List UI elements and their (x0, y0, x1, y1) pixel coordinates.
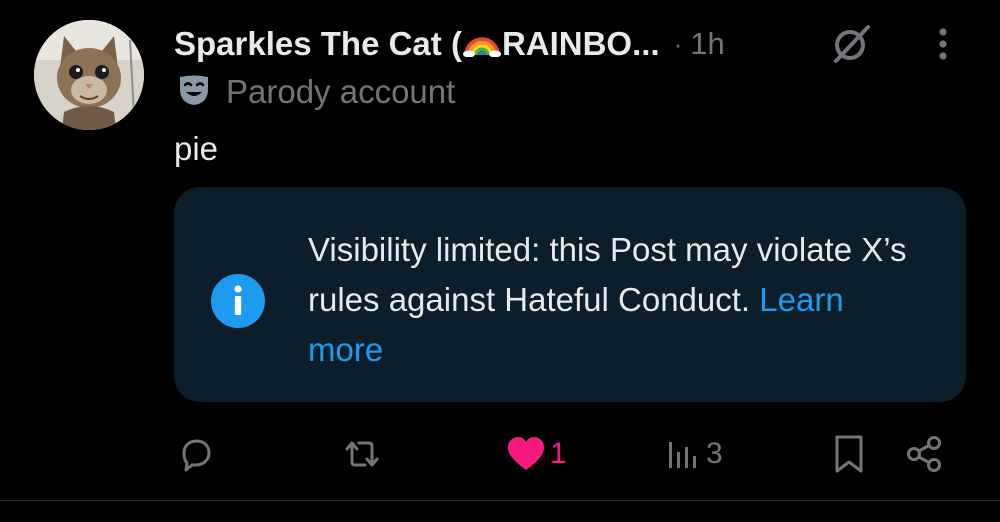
like-button[interactable]: 1 (506, 426, 567, 482)
bookmark-icon (835, 435, 863, 473)
grok-icon[interactable] (826, 22, 878, 66)
reply-button[interactable] (176, 426, 216, 482)
parody-label: Parody account (226, 73, 456, 110)
share-button[interactable] (904, 426, 944, 482)
views-icon (669, 442, 696, 468)
rainbow-emoji-icon (462, 27, 501, 62)
separator-dot: · (673, 28, 683, 59)
timestamp[interactable]: 1h (690, 26, 724, 62)
display-name[interactable]: Sparkles The Cat ( (174, 25, 462, 63)
avatar[interactable] (34, 20, 144, 130)
parody-label-row: Parody account (176, 72, 455, 112)
like-count: 1 (550, 437, 567, 470)
post-header: Sparkles The Cat ( RAINBO... · 1h (174, 22, 725, 66)
reply-icon (182, 439, 211, 472)
post-text: pie (174, 130, 219, 167)
like-icon (508, 437, 544, 470)
action-bar: 1 3 (0, 426, 1000, 482)
repost-button[interactable] (341, 426, 383, 482)
display-name-suffix[interactable]: RAINBO... (502, 25, 660, 63)
info-icon (210, 273, 266, 329)
share-icon (907, 436, 941, 472)
view-count: 3 (706, 437, 723, 470)
parody-mask-icon (176, 73, 212, 112)
visibility-notice: Visibility limited: this Post may violat… (174, 187, 966, 402)
views-button[interactable]: 3 (666, 426, 723, 482)
bookmark-button[interactable] (832, 426, 866, 482)
notice-text-block: Visibility limited: this Post may violat… (308, 225, 908, 375)
post-divider (0, 500, 1000, 501)
more-icon[interactable] (926, 22, 960, 66)
repost-icon (345, 441, 379, 467)
